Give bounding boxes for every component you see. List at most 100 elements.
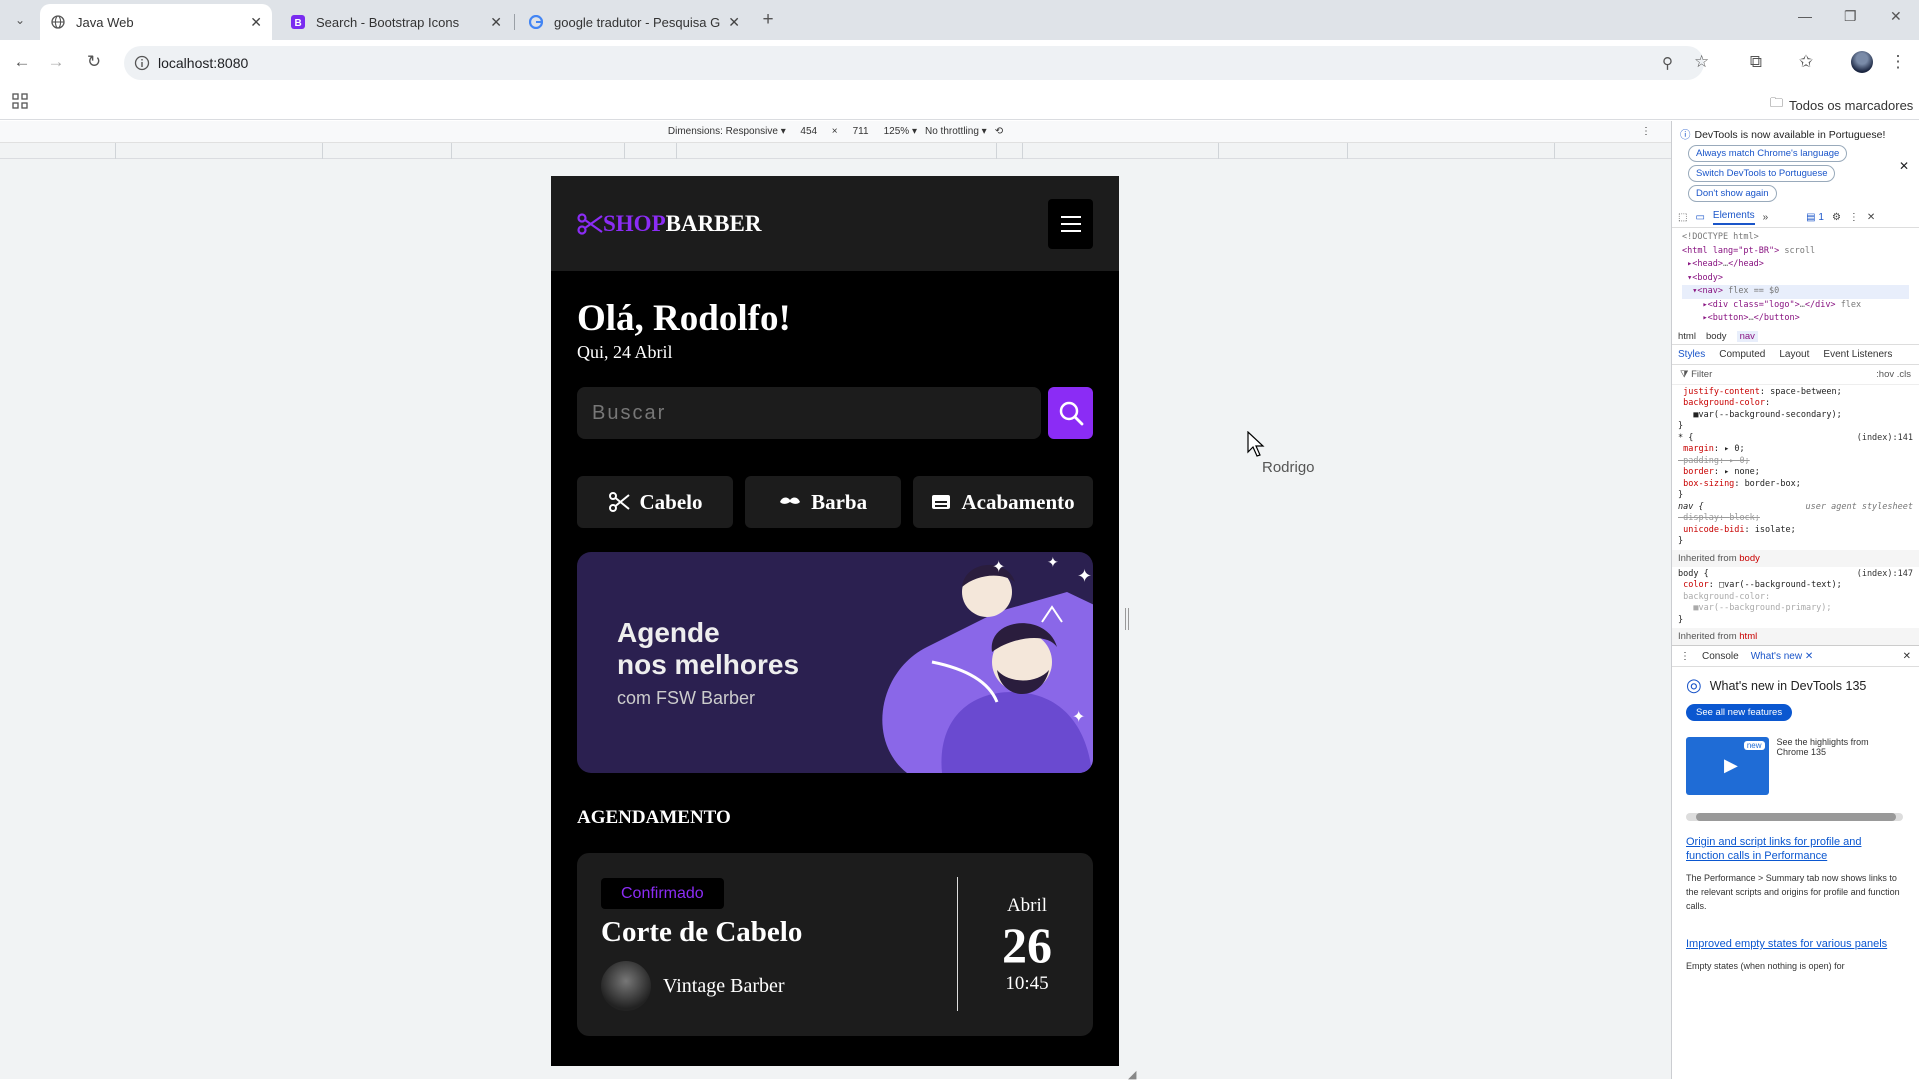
tab-styles[interactable]: Styles — [1678, 349, 1705, 360]
more-tabs-icon[interactable]: » — [1763, 212, 1769, 223]
close-infobar-icon[interactable]: ✕ — [1899, 159, 1909, 173]
article-link-empty-states[interactable]: Improved empty states for various panels — [1686, 937, 1903, 951]
browser-tab-strip: ⌄ Java Web ✕ B Search - Bootstrap Icons … — [0, 0, 1919, 40]
zoom-icon[interactable]: ⚲ — [1662, 54, 1673, 72]
barbershop-info: Vintage Barber — [601, 961, 785, 1011]
extensions-icon[interactable]: ⧉ — [1744, 50, 1768, 74]
close-icon[interactable]: ✕ — [490, 14, 502, 31]
forward-icon[interactable]: → — [44, 50, 68, 74]
devtools-menu-icon[interactable]: ⋮ — [1849, 212, 1859, 223]
apps-grid-icon[interactable] — [12, 93, 28, 112]
devtools-main-tabs: ⬚ ▭ Elements » ▤ 1 ⚙ ⋮ ✕ — [1672, 208, 1919, 228]
category-barba-button[interactable]: Barba — [745, 476, 902, 528]
tab-layout[interactable]: Layout — [1779, 349, 1809, 360]
app-logo[interactable]: SHOP BARBER — [577, 211, 761, 237]
crumb-body[interactable]: body — [1706, 331, 1727, 342]
dom-tree[interactable]: <!DOCTYPE html> <html lang="pt-BR"> scro… — [1672, 228, 1919, 329]
section-title: AGENDAMENTO — [577, 807, 731, 828]
crumb-html[interactable]: html — [1678, 331, 1696, 342]
address-bar[interactable]: localhost:8080 ⚲ ☆ — [124, 46, 1709, 80]
language-infobar: ⓘ DevTools is now available in Portuguese… — [1672, 121, 1919, 208]
mouse-cursor-icon — [1247, 431, 1265, 457]
device-toolbar: Dimensions: Responsive ▾ 454 × 711 125% … — [0, 121, 1671, 143]
google-icon — [528, 14, 544, 30]
filter-tools[interactable]: :hov .cls — [1876, 369, 1911, 380]
hamburger-menu-button[interactable] — [1048, 198, 1093, 249]
all-bookmarks-folder[interactable]: 🗀 Todos os marcadores — [1770, 94, 1913, 116]
booking-card[interactable]: Confirmado Corte de Cabelo Vintage Barbe… — [577, 853, 1093, 1036]
folder-icon: 🗀 — [1770, 95, 1784, 110]
promo-banner[interactable]: Agende nos melhores com FSW Barber ✦ ✦ ✦ … — [577, 552, 1093, 773]
restore-icon[interactable]: ❐ — [1844, 8, 1857, 25]
dimensions-dropdown[interactable]: Dimensions: Responsive ▾ — [668, 126, 786, 137]
settings-gear-icon[interactable]: ⚙ — [1832, 212, 1841, 223]
new-tab-button[interactable]: + — [756, 8, 780, 32]
see-all-features-button[interactable]: See all new features — [1686, 704, 1793, 721]
article-link-performance[interactable]: Origin and script links for profile and … — [1686, 835, 1903, 863]
globe-icon — [50, 14, 66, 30]
width-input[interactable]: 454 — [794, 126, 824, 137]
service-name: Corte de Cabelo — [601, 916, 803, 948]
tab-console[interactable]: Console — [1702, 651, 1739, 662]
minimize-icon[interactable]: — — [1798, 8, 1812, 24]
back-icon[interactable]: ← — [10, 50, 34, 74]
bookmarks-icon[interactable]: ✩ — [1794, 50, 1818, 74]
close-icon[interactable]: ✕ — [728, 14, 740, 31]
banner-headline: Agende nos melhores — [617, 617, 800, 680]
tab-whats-new[interactable]: What's new ✕ — [1751, 651, 1814, 662]
tab-title: Java Web — [76, 14, 134, 30]
switch-portuguese-button[interactable]: Switch DevTools to Portuguese — [1688, 165, 1836, 182]
highlights-video[interactable]: new ▶ See the highlights from Chrome 135 — [1686, 737, 1903, 795]
category-acabamento-button[interactable]: Acabamento — [913, 476, 1093, 528]
close-icon[interactable]: ✕ — [250, 14, 262, 31]
search-input[interactable]: Buscar — [577, 387, 1041, 439]
css-rules[interactable]: justify-content: space-between; backgrou… — [1672, 385, 1919, 550]
bookmarks-bar: 🗀 Todos os marcadores — [0, 85, 1919, 120]
tab-java-web[interactable]: Java Web ✕ — [40, 4, 272, 40]
match-language-button[interactable]: Always match Chrome's language — [1688, 145, 1848, 162]
barbershop-name: Vintage Barber — [663, 974, 785, 997]
css-rules-body[interactable]: body {(index):147 color: □var(--backgrou… — [1672, 567, 1919, 629]
bootstrap-icon: B — [290, 14, 306, 30]
height-input[interactable]: 711 — [846, 126, 876, 137]
inherited-from-html: Inherited from html — [1672, 628, 1919, 645]
dont-show-again-button[interactable]: Don't show again — [1688, 185, 1777, 202]
crumb-nav[interactable]: nav — [1736, 330, 1758, 342]
avatar[interactable] — [1850, 50, 1874, 74]
tab-bootstrap-icons[interactable]: B Search - Bootstrap Icons ✕ — [280, 4, 512, 40]
inspect-icon[interactable]: ⬚ — [1678, 212, 1687, 223]
close-devtools-icon[interactable]: ✕ — [1867, 212, 1875, 223]
corner-resize-icon[interactable]: ◢ — [1128, 1068, 1136, 1081]
site-info-icon[interactable] — [134, 55, 150, 74]
logo-barber: BARBER — [665, 210, 762, 236]
media-query-ruler[interactable] — [0, 143, 1671, 159]
svg-text:✦: ✦ — [1047, 556, 1059, 571]
close-window-icon[interactable]: ✕ — [1890, 8, 1902, 25]
inherited-from-body: Inherited from body — [1672, 549, 1919, 567]
viewport-resize-handle[interactable] — [1125, 608, 1129, 630]
device-more-icon[interactable]: ⋮ — [1641, 126, 1651, 137]
category-buttons: Cabelo Barba Acabamento — [577, 476, 1093, 528]
app-navbar: SHOP BARBER — [551, 176, 1119, 271]
tab-elements[interactable]: Elements — [1712, 210, 1755, 225]
tab-computed[interactable]: Computed — [1719, 349, 1765, 360]
tab-title: Search - Bootstrap Icons — [316, 14, 460, 30]
horizontal-scrollbar[interactable] — [1686, 813, 1903, 821]
category-cabelo-button[interactable]: Cabelo — [577, 476, 734, 528]
bookmark-star-icon[interactable]: ☆ — [1694, 52, 1709, 72]
tab-event-listeners[interactable]: Event Listeners — [1823, 349, 1892, 360]
search-button[interactable] — [1048, 387, 1093, 439]
device-toggle-icon[interactable]: ▭ — [1695, 212, 1704, 223]
reload-icon[interactable]: ↻ — [82, 50, 106, 74]
tab-title: google tradutor - Pesquisa Goo — [554, 14, 721, 30]
rotate-icon[interactable]: ⟲ — [995, 126, 1003, 137]
drawer-menu-icon[interactable]: ⋮ — [1680, 651, 1690, 662]
filter-input[interactable]: ⧩ Filter — [1680, 369, 1712, 380]
tab-google-tradutor[interactable]: google tradutor - Pesquisa Goo ✕ — [518, 4, 750, 40]
tab-search-icon[interactable]: ⌄ — [8, 8, 32, 32]
issues-counter[interactable]: ▤ 1 — [1806, 212, 1824, 223]
throttle-dropdown[interactable]: No throttling ▾ — [925, 126, 987, 137]
close-drawer-icon[interactable]: ✕ — [1903, 651, 1911, 662]
more-icon[interactable]: ⋮ — [1886, 50, 1910, 74]
zoom-dropdown[interactable]: 125% ▾ — [884, 126, 917, 137]
